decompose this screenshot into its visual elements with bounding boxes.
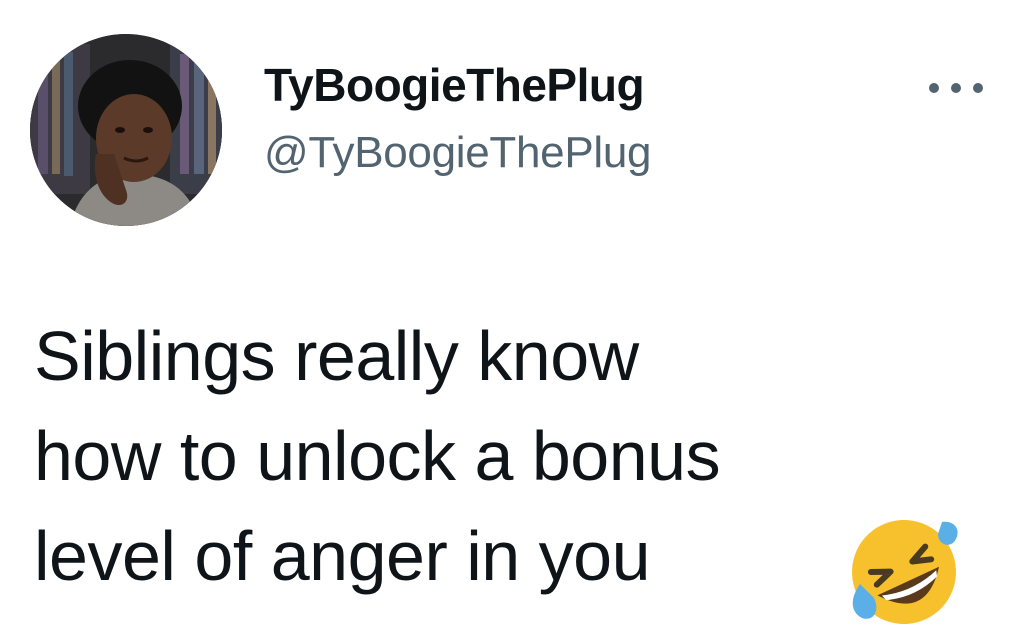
tweet-card: TyBoogieThePlug @TyBoogieThePlug Sibling… xyxy=(0,0,1014,638)
tweet-text-line: how to unlock a bonus xyxy=(34,417,721,495)
more-horizontal-icon xyxy=(929,83,983,93)
rolling-laughing-emoji-icon xyxy=(846,514,962,630)
avatar[interactable] xyxy=(30,34,222,226)
profile-photo-icon xyxy=(30,34,222,226)
user-handle[interactable]: @TyBoogieThePlug xyxy=(264,128,652,178)
tweet-text-line: Siblings really know xyxy=(34,317,639,395)
more-options-button[interactable] xyxy=(920,70,992,106)
display-name[interactable]: TyBoogieThePlug xyxy=(264,58,645,112)
